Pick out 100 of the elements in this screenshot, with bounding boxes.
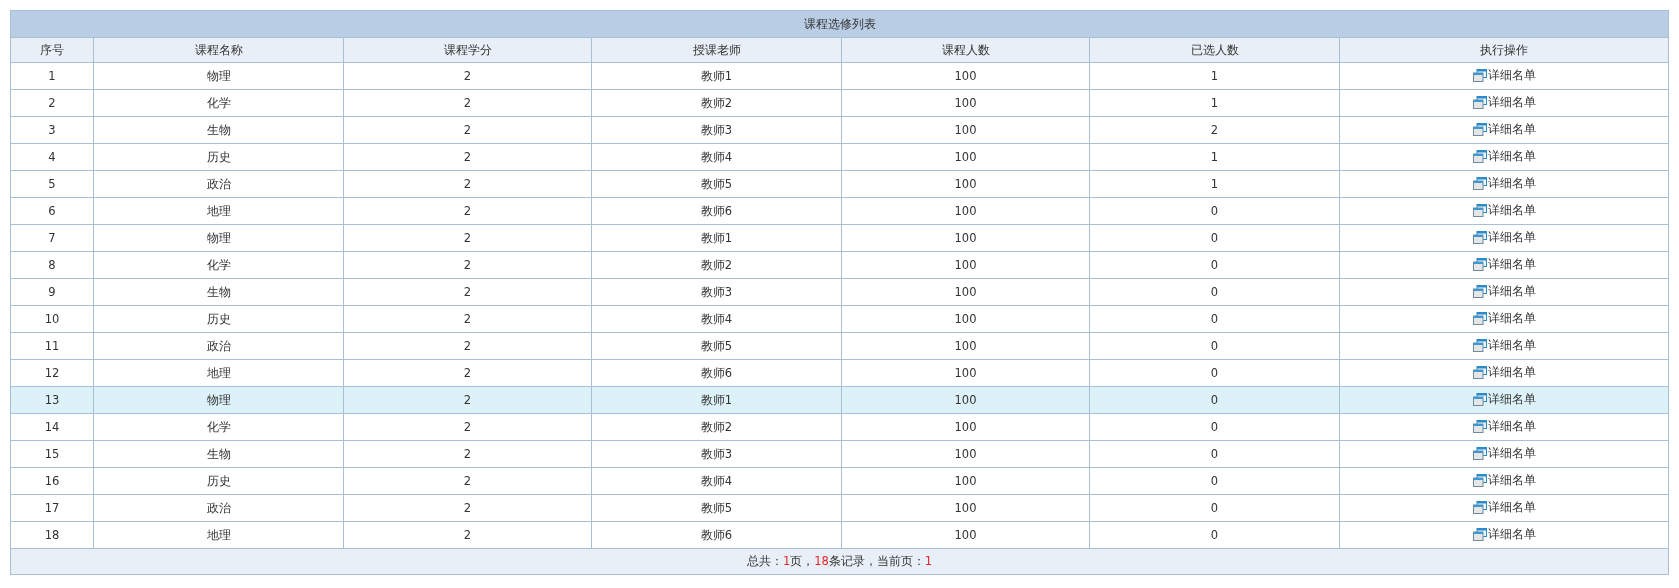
table-cell: 教师2	[591, 89, 842, 117]
windows-icon	[1472, 176, 1487, 190]
detail-list-link[interactable]: 详细名单	[1472, 445, 1536, 461]
table-cell: 历史	[93, 467, 344, 495]
windows-icon	[1472, 230, 1487, 244]
table-cell: 0	[1089, 521, 1340, 549]
table-cell: 1	[10, 62, 94, 90]
table-cell: 教师4	[591, 305, 842, 333]
table-cell: 0	[1089, 467, 1340, 495]
table-cell: 9	[10, 278, 94, 306]
table-cell: 8	[10, 251, 94, 279]
detail-list-link[interactable]: 详细名单	[1472, 391, 1536, 407]
table-cell: 100	[841, 224, 1090, 252]
table-cell: 2	[343, 224, 592, 252]
column-header: 已选人数	[1089, 37, 1340, 63]
table-cell: 1	[1089, 170, 1340, 198]
detail-list-link[interactable]: 详细名单	[1472, 364, 1536, 380]
column-header: 课程名称	[93, 37, 344, 63]
table-cell: 2	[10, 89, 94, 117]
table-cell: 地理	[93, 197, 344, 225]
table-cell: 100	[841, 440, 1090, 468]
table-cell: 100	[841, 305, 1090, 333]
table-cell: 教师5	[591, 332, 842, 360]
table-cell: 100	[841, 251, 1090, 279]
table-cell: 0	[1089, 440, 1340, 468]
table-cell: 100	[841, 197, 1090, 225]
detail-list-link[interactable]: 详细名单	[1472, 229, 1536, 245]
windows-icon	[1472, 149, 1487, 163]
column-header: 课程人数	[841, 37, 1090, 63]
table-cell: 物理	[93, 224, 344, 252]
windows-icon	[1472, 68, 1487, 82]
table-cell: 0	[1089, 332, 1340, 360]
table-cell: 政治	[93, 332, 344, 360]
table-cell: 100	[841, 89, 1090, 117]
table-cell: 7	[10, 224, 94, 252]
table-cell: 13	[10, 386, 94, 414]
detail-list-link[interactable]: 详细名单	[1472, 94, 1536, 110]
table-cell: 政治	[93, 170, 344, 198]
windows-icon	[1472, 365, 1487, 379]
table-cell: 教师6	[591, 197, 842, 225]
detail-list-link[interactable]: 详细名单	[1472, 148, 1536, 164]
table-cell: 2	[343, 89, 592, 117]
table-cell: 100	[841, 278, 1090, 306]
detail-list-link[interactable]: 详细名单	[1472, 175, 1536, 191]
pagination-summary: 总共：1页，18条记录，当前页：1	[746, 554, 933, 568]
table-cell: 0	[1089, 305, 1340, 333]
table-cell: 6	[10, 197, 94, 225]
table-cell: 5	[10, 170, 94, 198]
table-cell: 2	[343, 521, 592, 549]
table-cell: 1	[1089, 89, 1340, 117]
table-cell: 教师1	[591, 224, 842, 252]
table-cell: 1	[1089, 143, 1340, 171]
detail-list-link[interactable]: 详细名单	[1472, 418, 1536, 434]
windows-icon	[1472, 527, 1487, 541]
detail-list-link[interactable]: 详细名单	[1472, 337, 1536, 353]
table-cell: 100	[841, 386, 1090, 414]
table-cell: 100	[841, 143, 1090, 171]
table-cell: 100	[841, 170, 1090, 198]
table-title: 课程选修列表	[803, 16, 876, 31]
table-cell: 100	[841, 413, 1090, 441]
table-cell: 0	[1089, 224, 1340, 252]
table-cell: 教师5	[591, 170, 842, 198]
table-cell: 历史	[93, 305, 344, 333]
detail-list-link[interactable]: 详细名单	[1472, 526, 1536, 542]
table-cell: 生物	[93, 440, 344, 468]
table-cell: 11	[10, 332, 94, 360]
detail-list-link[interactable]: 详细名单	[1472, 202, 1536, 218]
windows-icon	[1472, 473, 1487, 487]
table-cell: 教师1	[591, 386, 842, 414]
table-cell: 100	[841, 359, 1090, 387]
table-cell: 0	[1089, 251, 1340, 279]
detail-list-link[interactable]: 详细名单	[1472, 67, 1536, 83]
table-cell: 教师6	[591, 521, 842, 549]
table-cell: 18	[10, 521, 94, 549]
table-cell: 物理	[93, 62, 344, 90]
table-cell: 0	[1089, 494, 1340, 522]
table-cell: 15	[10, 440, 94, 468]
detail-list-link[interactable]: 详细名单	[1472, 121, 1536, 137]
table-cell: 2	[343, 413, 592, 441]
detail-list-link[interactable]: 详细名单	[1472, 310, 1536, 326]
column-header: 序号	[10, 37, 94, 63]
detail-list-link[interactable]: 详细名单	[1472, 472, 1536, 488]
detail-list-link[interactable]: 详细名单	[1472, 256, 1536, 272]
table-cell: 教师4	[591, 467, 842, 495]
column-header: 授课老师	[591, 37, 842, 63]
table-cell: 0	[1089, 413, 1340, 441]
column-header: 课程学分	[343, 37, 592, 63]
table-cell: 地理	[93, 359, 344, 387]
table-cell: 2	[343, 62, 592, 90]
table-cell: 教师2	[591, 251, 842, 279]
table-cell: 2	[343, 332, 592, 360]
table-cell: 12	[10, 359, 94, 387]
table-cell: 化学	[93, 251, 344, 279]
table-cell: 14	[10, 413, 94, 441]
table-cell: 100	[841, 494, 1090, 522]
windows-icon	[1472, 95, 1487, 109]
windows-icon	[1472, 338, 1487, 352]
table-cell: 2	[343, 440, 592, 468]
detail-list-link[interactable]: 详细名单	[1472, 499, 1536, 515]
detail-list-link[interactable]: 详细名单	[1472, 283, 1536, 299]
